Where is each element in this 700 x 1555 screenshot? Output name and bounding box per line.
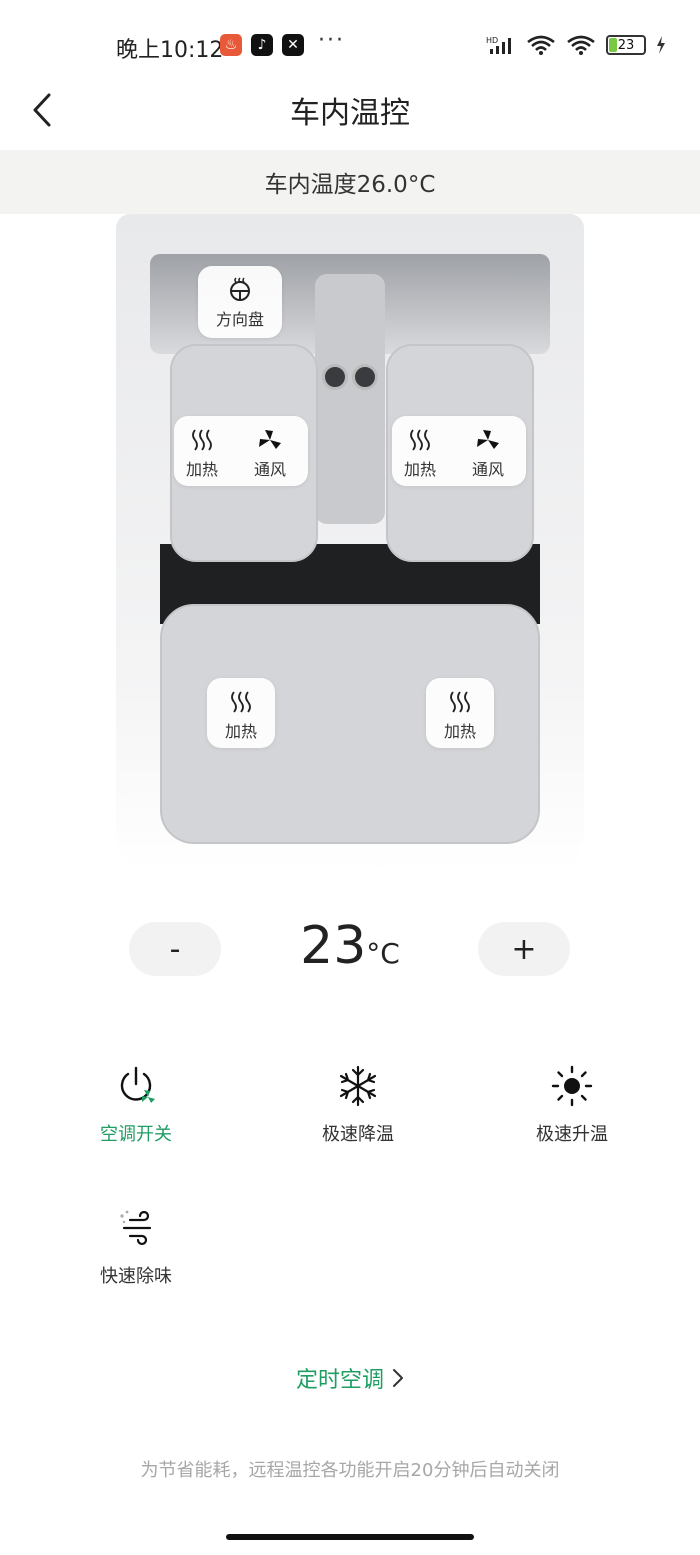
page-title: 车内温控 [290,96,410,131]
status-indicators: HD 23 [486,34,666,56]
cabin-temperature-text: 车内温度26.0°C [264,172,436,198]
front-right-vent-label: 通风 [472,460,505,479]
car-top-view: 方向盘 加热 通风 加热 通风 加热 加热 [110,214,590,874]
front-left-heat-button[interactable]: 加热 [186,428,218,480]
front-left-vent-label: 通风 [254,460,287,479]
rear-left-heat-button[interactable]: 加热 [207,678,275,748]
rear-right-heat-button[interactable]: 加热 [426,678,494,748]
chevron-right-icon [393,1369,403,1387]
front-left-vent-button[interactable]: 通风 [254,428,286,480]
svg-text:HD: HD [486,36,498,45]
ac-power-button[interactable]: 空调开关 [32,1036,240,1158]
ac-power-label: 空调开关 [100,1124,172,1145]
seat-heat-icon [192,429,212,451]
steering-wheel-heat-icon [230,277,250,301]
battery-icon: 23 [606,35,646,55]
fan-icon [477,430,499,449]
page-header: 车内温控 [0,80,700,140]
rear-right-heat-label: 加热 [443,722,476,741]
fan-icon [259,430,281,449]
rapid-cooling-button[interactable]: 极速降温 [254,1036,462,1158]
steering-wheel-heat-button[interactable]: 方向盘 [198,266,282,338]
rear-left-heat-item: 加热 [207,690,275,742]
status-bar: 晚上10:12 ♨ ♪ ✕ ··· HD 23 [0,0,700,90]
wifi-icon-2 [567,35,595,55]
rapid-heating-label: 极速升温 [536,1124,608,1145]
rear-right-heat-item: 加热 [426,690,494,742]
snowflake-icon [339,1065,377,1107]
temperature-value: 23 [300,916,367,976]
battery-level: 23 [617,37,635,53]
charging-icon [657,36,665,54]
target-temperature: 23°C [32,916,668,976]
seat-heat-icon [450,691,470,713]
front-right-heat-button[interactable]: 加热 [404,428,436,480]
capcut-icon: ✕ [282,34,304,56]
rear-left-heat-label: 加热 [224,722,257,741]
rapid-cooling-label: 极速降温 [322,1124,394,1145]
seat-heat-icon [410,429,430,451]
wind-icon [120,1210,152,1246]
front-right-seat-controls: 加热 通风 [392,416,526,486]
scheduled-ac-label: 定时空调 [295,1368,384,1393]
wifi-icon [527,35,555,55]
status-time: 晚上10:12 [116,38,224,63]
cup-holder [322,364,348,390]
rapid-heating-button[interactable]: 极速升温 [468,1036,676,1158]
seat-heat-icon [231,691,251,713]
steering-wheel-label: 方向盘 [215,310,264,329]
front-left-heat-label: 加热 [186,460,219,479]
increase-temperature-button[interactable]: + [478,922,570,976]
temperature-control: - 23°C + [32,880,668,1016]
deodorize-label: 快速除味 [100,1266,172,1287]
energy-saving-note: 为节省能耗，远程温控各功能开启20分钟后自动关闭 [140,1460,560,1481]
more-notifications-icon: ··· [318,28,345,53]
plus-label: + [511,931,537,967]
app-notification-icon: ♨ [220,34,242,56]
front-right-heat-label: 加热 [404,460,437,479]
deodorize-button[interactable]: 快速除味 [32,1178,240,1300]
sun-icon [551,1065,593,1107]
front-right-vent-button[interactable]: 通风 [472,428,504,480]
power-fan-icon [120,1066,155,1103]
front-left-seat-controls: 加热 通风 [174,416,308,486]
scheduled-ac-link[interactable]: 定时空调 [0,1362,700,1394]
cup-holder [352,364,378,390]
temperature-unit: °C [366,937,400,970]
center-console-image [315,274,385,524]
tiktok-icon: ♪ [251,34,273,56]
cabin-temperature-banner: 车内温度26.0°C [0,150,700,214]
signal-icon: HD [486,36,511,54]
home-indicator[interactable] [226,1534,474,1540]
steering-wheel-item: 方向盘 [198,276,282,330]
